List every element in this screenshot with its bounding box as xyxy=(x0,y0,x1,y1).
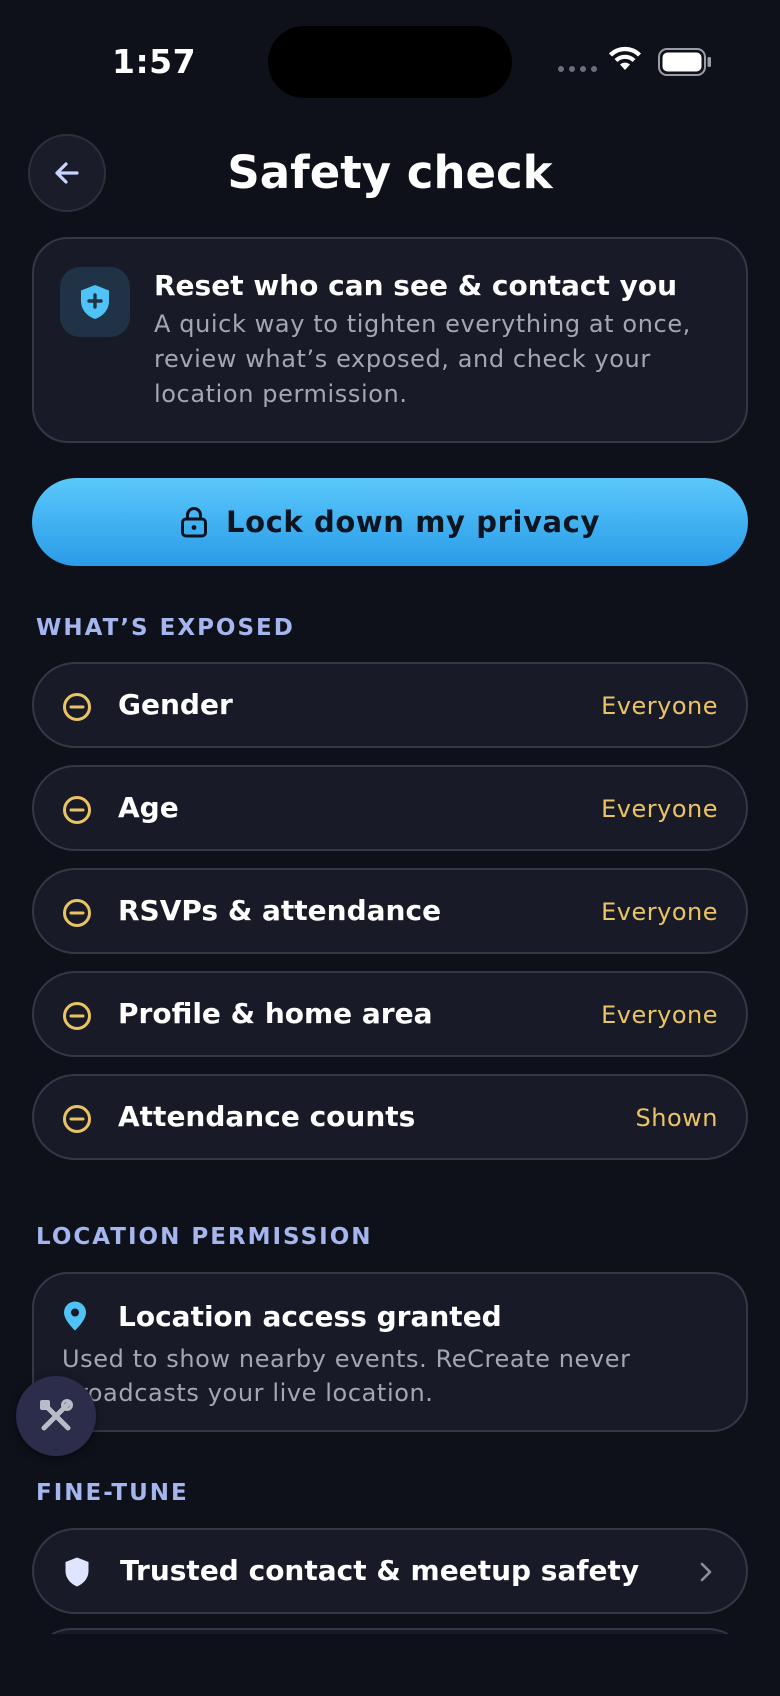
minus-circle-icon xyxy=(63,693,91,721)
exposed-row-gender[interactable]: Gender Everyone xyxy=(32,662,748,748)
lock-down-privacy-button[interactable]: Lock down my privacy xyxy=(32,478,748,566)
section-label-whats-exposed: WHAT’S EXPOSED xyxy=(36,615,295,641)
map-pin-icon xyxy=(64,1301,86,1331)
wifi-icon xyxy=(609,46,641,70)
minus-circle-icon xyxy=(63,796,91,824)
exposed-row-value: Everyone xyxy=(601,1001,718,1029)
minus-circle-icon xyxy=(63,899,91,927)
location-status-description: Used to show nearby events. ReCreate nev… xyxy=(62,1345,631,1407)
intro-description: A quick way to tighten everything at onc… xyxy=(154,310,691,408)
fine-tune-item-label: Trusted contact & meetup safety xyxy=(120,1554,640,1587)
exposed-row-value: Everyone xyxy=(601,692,718,720)
intro-icon-badge xyxy=(60,267,130,337)
exposed-row-profile-home-area[interactable]: Profile & home area Everyone xyxy=(32,971,748,1057)
intro-card: Reset who can see & contact you A quick … xyxy=(32,237,748,443)
tools-icon xyxy=(40,1399,73,1431)
lock-down-privacy-label: Lock down my privacy xyxy=(226,505,600,539)
chevron-right-icon xyxy=(700,1562,712,1582)
exposed-row-label: Gender xyxy=(118,688,233,721)
cellular-signal-icon xyxy=(558,66,597,72)
status-time: 1:57 xyxy=(112,42,197,81)
exposed-row-label: RSVPs & attendance xyxy=(118,894,442,927)
section-label-location-permission: LOCATION PERMISSION xyxy=(36,1224,373,1250)
exposed-row-value: Everyone xyxy=(601,898,718,926)
dynamic-island xyxy=(268,26,512,98)
trusted-contact-meetup-safety-row[interactable]: Trusted contact & meetup safety xyxy=(32,1528,748,1614)
section-label-fine-tune: FINE-TUNE xyxy=(36,1480,189,1506)
header: Safety check xyxy=(0,130,780,220)
intro-title: Reset who can see & contact you xyxy=(154,269,678,302)
battery-icon xyxy=(658,48,711,76)
status-bar: 1:57 xyxy=(0,0,780,130)
exposed-row-label: Attendance counts xyxy=(118,1100,416,1133)
exposed-row-value: Shown xyxy=(635,1104,718,1132)
exposed-row-label: Age xyxy=(118,791,179,824)
location-status-title: Location access granted xyxy=(118,1300,502,1333)
exposed-row-attendance-counts[interactable]: Attendance counts Shown xyxy=(32,1074,748,1160)
exposed-row-rsvps[interactable]: RSVPs & attendance Everyone xyxy=(32,868,748,954)
exposed-row-age[interactable]: Age Everyone xyxy=(32,765,748,851)
tools-fab-button[interactable] xyxy=(16,1376,96,1456)
location-permission-card[interactable]: Location access granted Used to show nea… xyxy=(32,1272,748,1432)
minus-circle-icon xyxy=(63,1002,91,1030)
exposed-row-label: Profile & home area xyxy=(118,997,433,1030)
lock-icon xyxy=(181,507,207,538)
page-title: Safety check xyxy=(227,146,553,199)
minus-circle-icon xyxy=(63,1105,91,1133)
exposed-row-value: Everyone xyxy=(601,795,718,823)
shield-icon xyxy=(65,1557,89,1587)
shield-plus-icon xyxy=(81,285,109,319)
bottom-fade xyxy=(0,1634,780,1696)
